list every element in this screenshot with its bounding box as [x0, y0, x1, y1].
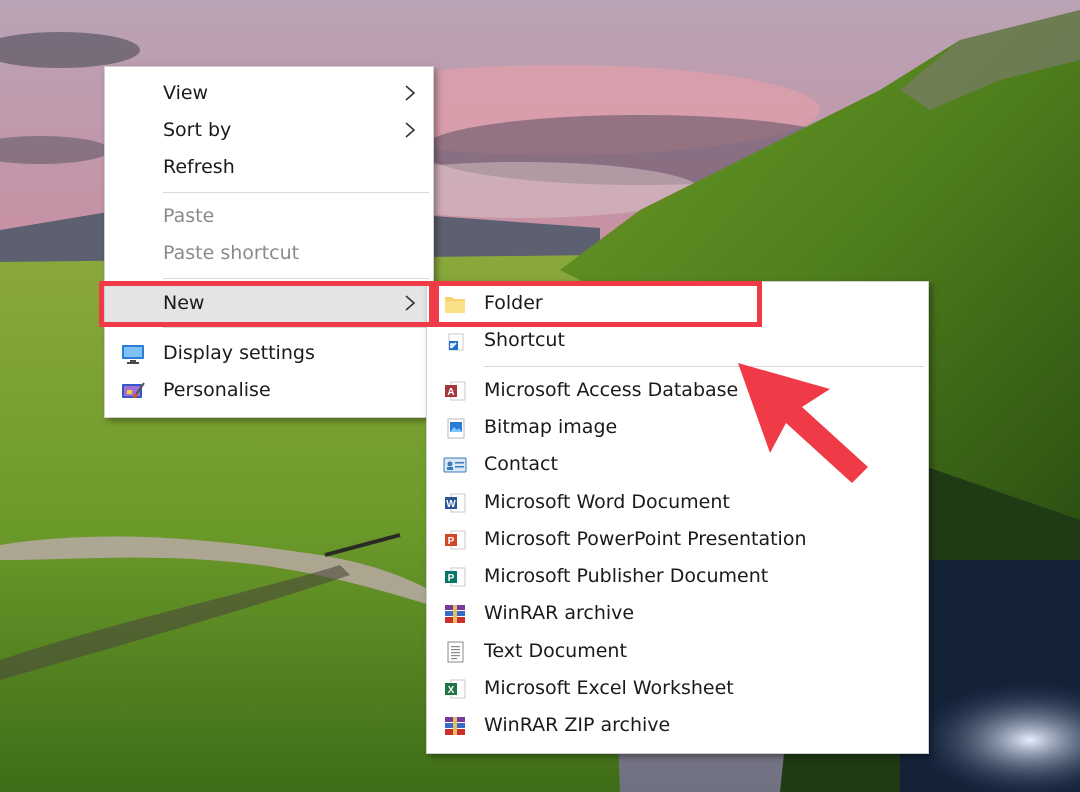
svg-text:P: P	[448, 573, 455, 584]
svg-text:A: A	[447, 387, 454, 398]
menu-separator	[163, 327, 429, 328]
menu-item-label: Personalise	[163, 379, 271, 401]
menu-item-label: WinRAR archive	[484, 602, 635, 624]
menu-item-label: WinRAR ZIP archive	[484, 714, 671, 736]
submenu-item-winrar-archive[interactable]: WinRAR archive	[427, 595, 928, 632]
svg-text:W: W	[446, 499, 456, 510]
svg-text:X: X	[448, 685, 455, 696]
chevron-right-icon	[405, 85, 416, 101]
submenu-item-excel-worksheet[interactable]: X Microsoft Excel Worksheet	[427, 670, 928, 707]
desktop-context-menu: View Sort by Refresh Paste Paste shortcu…	[104, 66, 434, 418]
menu-item-label: Microsoft Access Database	[484, 379, 739, 401]
publisher-icon: P	[445, 567, 466, 587]
menu-item-personalise[interactable]: Personalise	[105, 372, 433, 409]
menu-item-label: Contact	[484, 453, 558, 475]
bitmap-icon	[447, 418, 465, 439]
menu-item-label: Shortcut	[484, 329, 565, 351]
menu-item-label: Microsoft Publisher Document	[484, 565, 769, 587]
menu-item-view[interactable]: View	[105, 75, 433, 112]
contact-icon	[443, 457, 467, 473]
menu-item-label: Bitmap image	[484, 416, 618, 438]
submenu-item-publisher-document[interactable]: P Microsoft Publisher Document	[427, 558, 928, 595]
menu-item-label: View	[163, 82, 209, 104]
winrar-icon	[445, 605, 465, 623]
menu-separator	[163, 192, 429, 193]
text-document-icon	[447, 641, 464, 663]
menu-item-label: Paste shortcut	[163, 242, 300, 264]
access-icon: A	[445, 381, 466, 401]
menu-item-paste-shortcut[interactable]: Paste shortcut	[105, 235, 433, 272]
menu-item-label: Microsoft PowerPoint Presentation	[484, 528, 807, 550]
menu-item-paste[interactable]: Paste	[105, 198, 433, 235]
personalise-icon	[122, 382, 145, 398]
excel-icon: X	[445, 679, 466, 699]
pointer-arrow-icon	[738, 363, 868, 483]
chevron-right-icon	[405, 122, 416, 138]
submenu-item-text-document[interactable]: Text Document	[427, 633, 928, 670]
menu-item-label: Microsoft Word Document	[484, 491, 730, 513]
winrar-zip-icon	[445, 717, 465, 735]
menu-item-label: Sort by	[163, 119, 232, 141]
display-settings-icon	[122, 345, 144, 364]
menu-item-refresh[interactable]: Refresh	[105, 149, 433, 186]
menu-item-sort-by[interactable]: Sort by	[105, 112, 433, 149]
word-icon: W	[445, 493, 466, 513]
submenu-item-powerpoint-presentation[interactable]: P Microsoft PowerPoint Presentation	[427, 521, 928, 558]
powerpoint-icon: P	[445, 530, 466, 550]
submenu-item-winrar-zip-archive[interactable]: WinRAR ZIP archive	[427, 707, 928, 744]
menu-item-label: Paste	[163, 205, 215, 227]
menu-separator	[163, 278, 429, 279]
menu-item-label: Display settings	[163, 342, 315, 364]
menu-item-label: Refresh	[163, 156, 235, 178]
shortcut-icon	[448, 333, 464, 351]
menu-item-display-settings[interactable]: Display settings	[105, 335, 433, 372]
svg-text:P: P	[448, 536, 455, 547]
new-highlight-box	[99, 281, 434, 327]
menu-item-label: Text Document	[484, 640, 627, 662]
folder-highlight-box	[434, 281, 762, 327]
menu-item-label: Microsoft Excel Worksheet	[484, 677, 734, 699]
